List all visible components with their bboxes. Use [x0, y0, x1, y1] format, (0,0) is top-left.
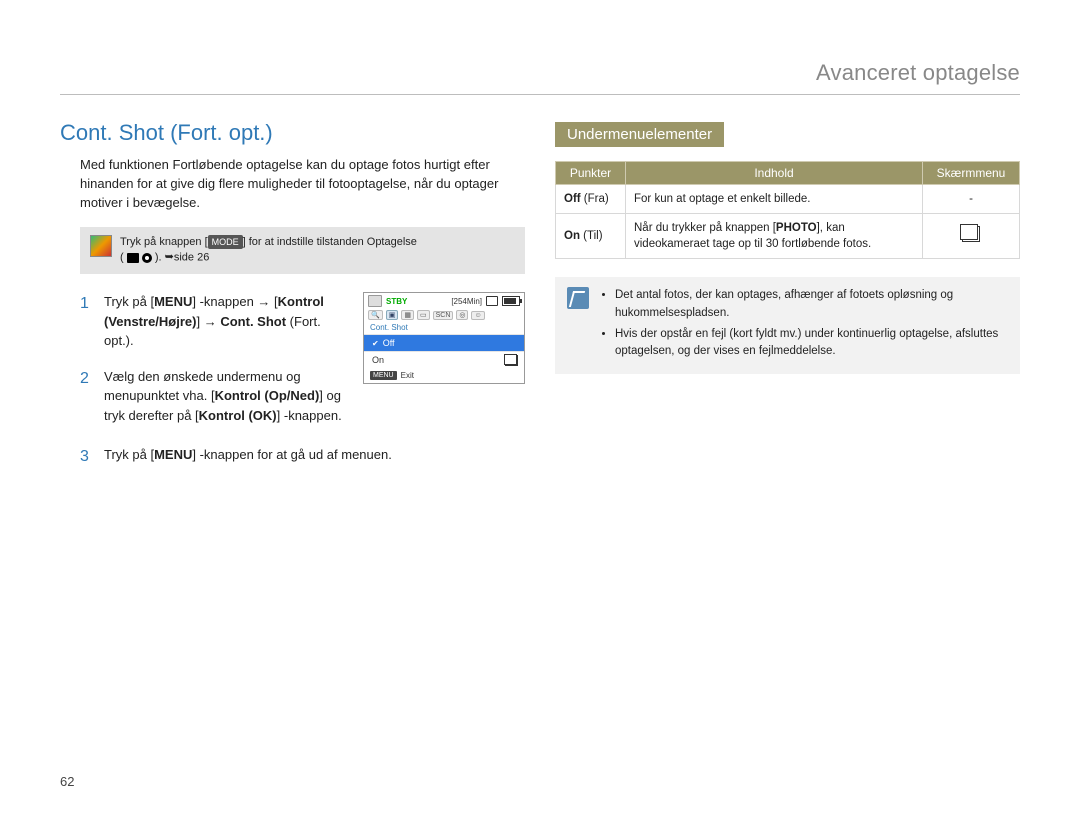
page-header: Avanceret optagelse	[60, 60, 1020, 95]
screen-menu-row-off: ✔ Off	[364, 334, 524, 351]
step-2: 2 Vælg den ønskede undermenu og menupunk…	[80, 367, 345, 426]
mode-note: Tryk på knappen [MODE] for at indstille …	[80, 227, 525, 275]
table-row: On (Til) Når du trykker på knappen [PHOT…	[556, 214, 1020, 259]
cell-point: Off (Fra)	[556, 185, 626, 214]
wb-icon: ◎	[456, 310, 468, 320]
cell-content: For kun at optage et enkelt billede.	[626, 185, 923, 214]
video-mode-icon	[127, 253, 139, 263]
mode-chip: MODE	[208, 235, 243, 250]
photo-mode-icon	[142, 253, 152, 263]
note-icon	[90, 235, 112, 257]
time-remaining: [254Min]	[451, 297, 482, 306]
instruction-steps-continued: 3 Tryk på [MENU] -knappen for at gå ud a…	[60, 445, 525, 469]
tip-item: Det antal fotos, der kan optages, afhæng…	[615, 287, 1008, 322]
step-number: 1	[80, 292, 94, 351]
screen-menu-title: Cont. Shot	[364, 321, 524, 334]
cell-content: Når du trykker på knappen [PHOTO], kan v…	[626, 214, 923, 259]
cell-point: On (Til)	[556, 214, 626, 259]
mode-icon: ▭	[417, 310, 430, 320]
res-icon: ▣	[386, 310, 399, 320]
tip-list: Det antal fotos, der kan optages, afhæng…	[599, 287, 1008, 364]
note-text: Tryk på knappen [MODE] for at indstille …	[120, 235, 417, 267]
submenu-title: Undermenuelementer	[555, 122, 724, 147]
page-ref-arrow-icon: ➥	[165, 250, 174, 265]
cell-screen: -	[923, 185, 1020, 214]
table-header-row: Punkter Indhold Skærmmenu	[556, 162, 1020, 185]
step-1: 1 Tryk på [MENU] -knappen → [Kontrol (Ve…	[80, 292, 345, 351]
menu-chip: MENU	[370, 371, 397, 380]
step-number: 2	[80, 367, 94, 426]
two-column-layout: Cont. Shot (Fort. opt.) Med funktionen F…	[60, 120, 1020, 485]
table-row: Off (Fra) For kun at optage et enkelt bi…	[556, 185, 1020, 214]
header-title: Avanceret optagelse	[816, 60, 1020, 85]
steps-and-screen: 1 Tryk på [MENU] -knappen → [Kontrol (Ve…	[60, 292, 525, 441]
section-title: Cont. Shot (Fort. opt.)	[60, 120, 525, 146]
cell-screen	[923, 214, 1020, 259]
tip-item: Hvis der opstår en fejl (kort fyldt mv.)…	[615, 326, 1008, 361]
step-text: Vælg den ønskede undermenu og menupunkte…	[104, 367, 345, 426]
qual-icon: ▦	[401, 310, 414, 320]
record-mode-icon	[368, 295, 382, 307]
screen-top-bar: STBY [254Min]	[364, 293, 524, 309]
th-content: Indhold	[626, 162, 923, 185]
right-column: Undermenuelementer Punkter Indhold Skærm…	[555, 120, 1020, 485]
tip-icon	[567, 287, 589, 309]
face-icon: ☺	[471, 311, 484, 320]
page-number: 62	[60, 774, 74, 789]
manual-page: Avanceret optagelse Cont. Shot (Fort. op…	[0, 0, 1080, 825]
tip-box: Det antal fotos, der kan optages, afhæng…	[555, 277, 1020, 374]
step-number: 3	[80, 445, 94, 469]
q-icon: 🔍	[368, 310, 383, 320]
camera-screen-preview: STBY [254Min] 🔍 ▣ ▦ ▭ SCN	[363, 292, 525, 384]
card-icon	[486, 296, 498, 306]
submenu-table: Punkter Indhold Skærmmenu Off (Fra) For …	[555, 161, 1020, 259]
th-points: Punkter	[556, 162, 626, 185]
section-intro: Med funktionen Fortløbende optagelse kan…	[80, 156, 525, 213]
step-3: 3 Tryk på [MENU] -knappen for at gå ud a…	[80, 445, 525, 469]
screen-menu-footer: MENU Exit	[364, 368, 524, 383]
screen-menu-row-on: On	[364, 351, 524, 368]
th-screen: Skærmmenu	[923, 162, 1020, 185]
burst-icon	[505, 355, 518, 366]
check-icon: ✔	[372, 339, 379, 348]
stby-label: STBY	[386, 297, 407, 306]
step-text: Tryk på [MENU] -knappen for at gå ud af …	[104, 445, 392, 469]
arrow-right-icon: →	[257, 294, 270, 309]
burst-icon	[962, 226, 980, 242]
arrow-right-icon: →	[204, 314, 217, 329]
scn-icon: SCN	[433, 311, 454, 320]
screen-icon-row: 🔍 ▣ ▦ ▭ SCN ◎ ☺	[364, 309, 524, 321]
step-text: Tryk på [MENU] -knappen → [Kontrol (Vens…	[104, 292, 345, 351]
left-column: Cont. Shot (Fort. opt.) Med funktionen F…	[60, 120, 525, 485]
battery-icon	[502, 296, 520, 306]
instruction-steps: 1 Tryk på [MENU] -knappen → [Kontrol (Ve…	[60, 292, 345, 425]
